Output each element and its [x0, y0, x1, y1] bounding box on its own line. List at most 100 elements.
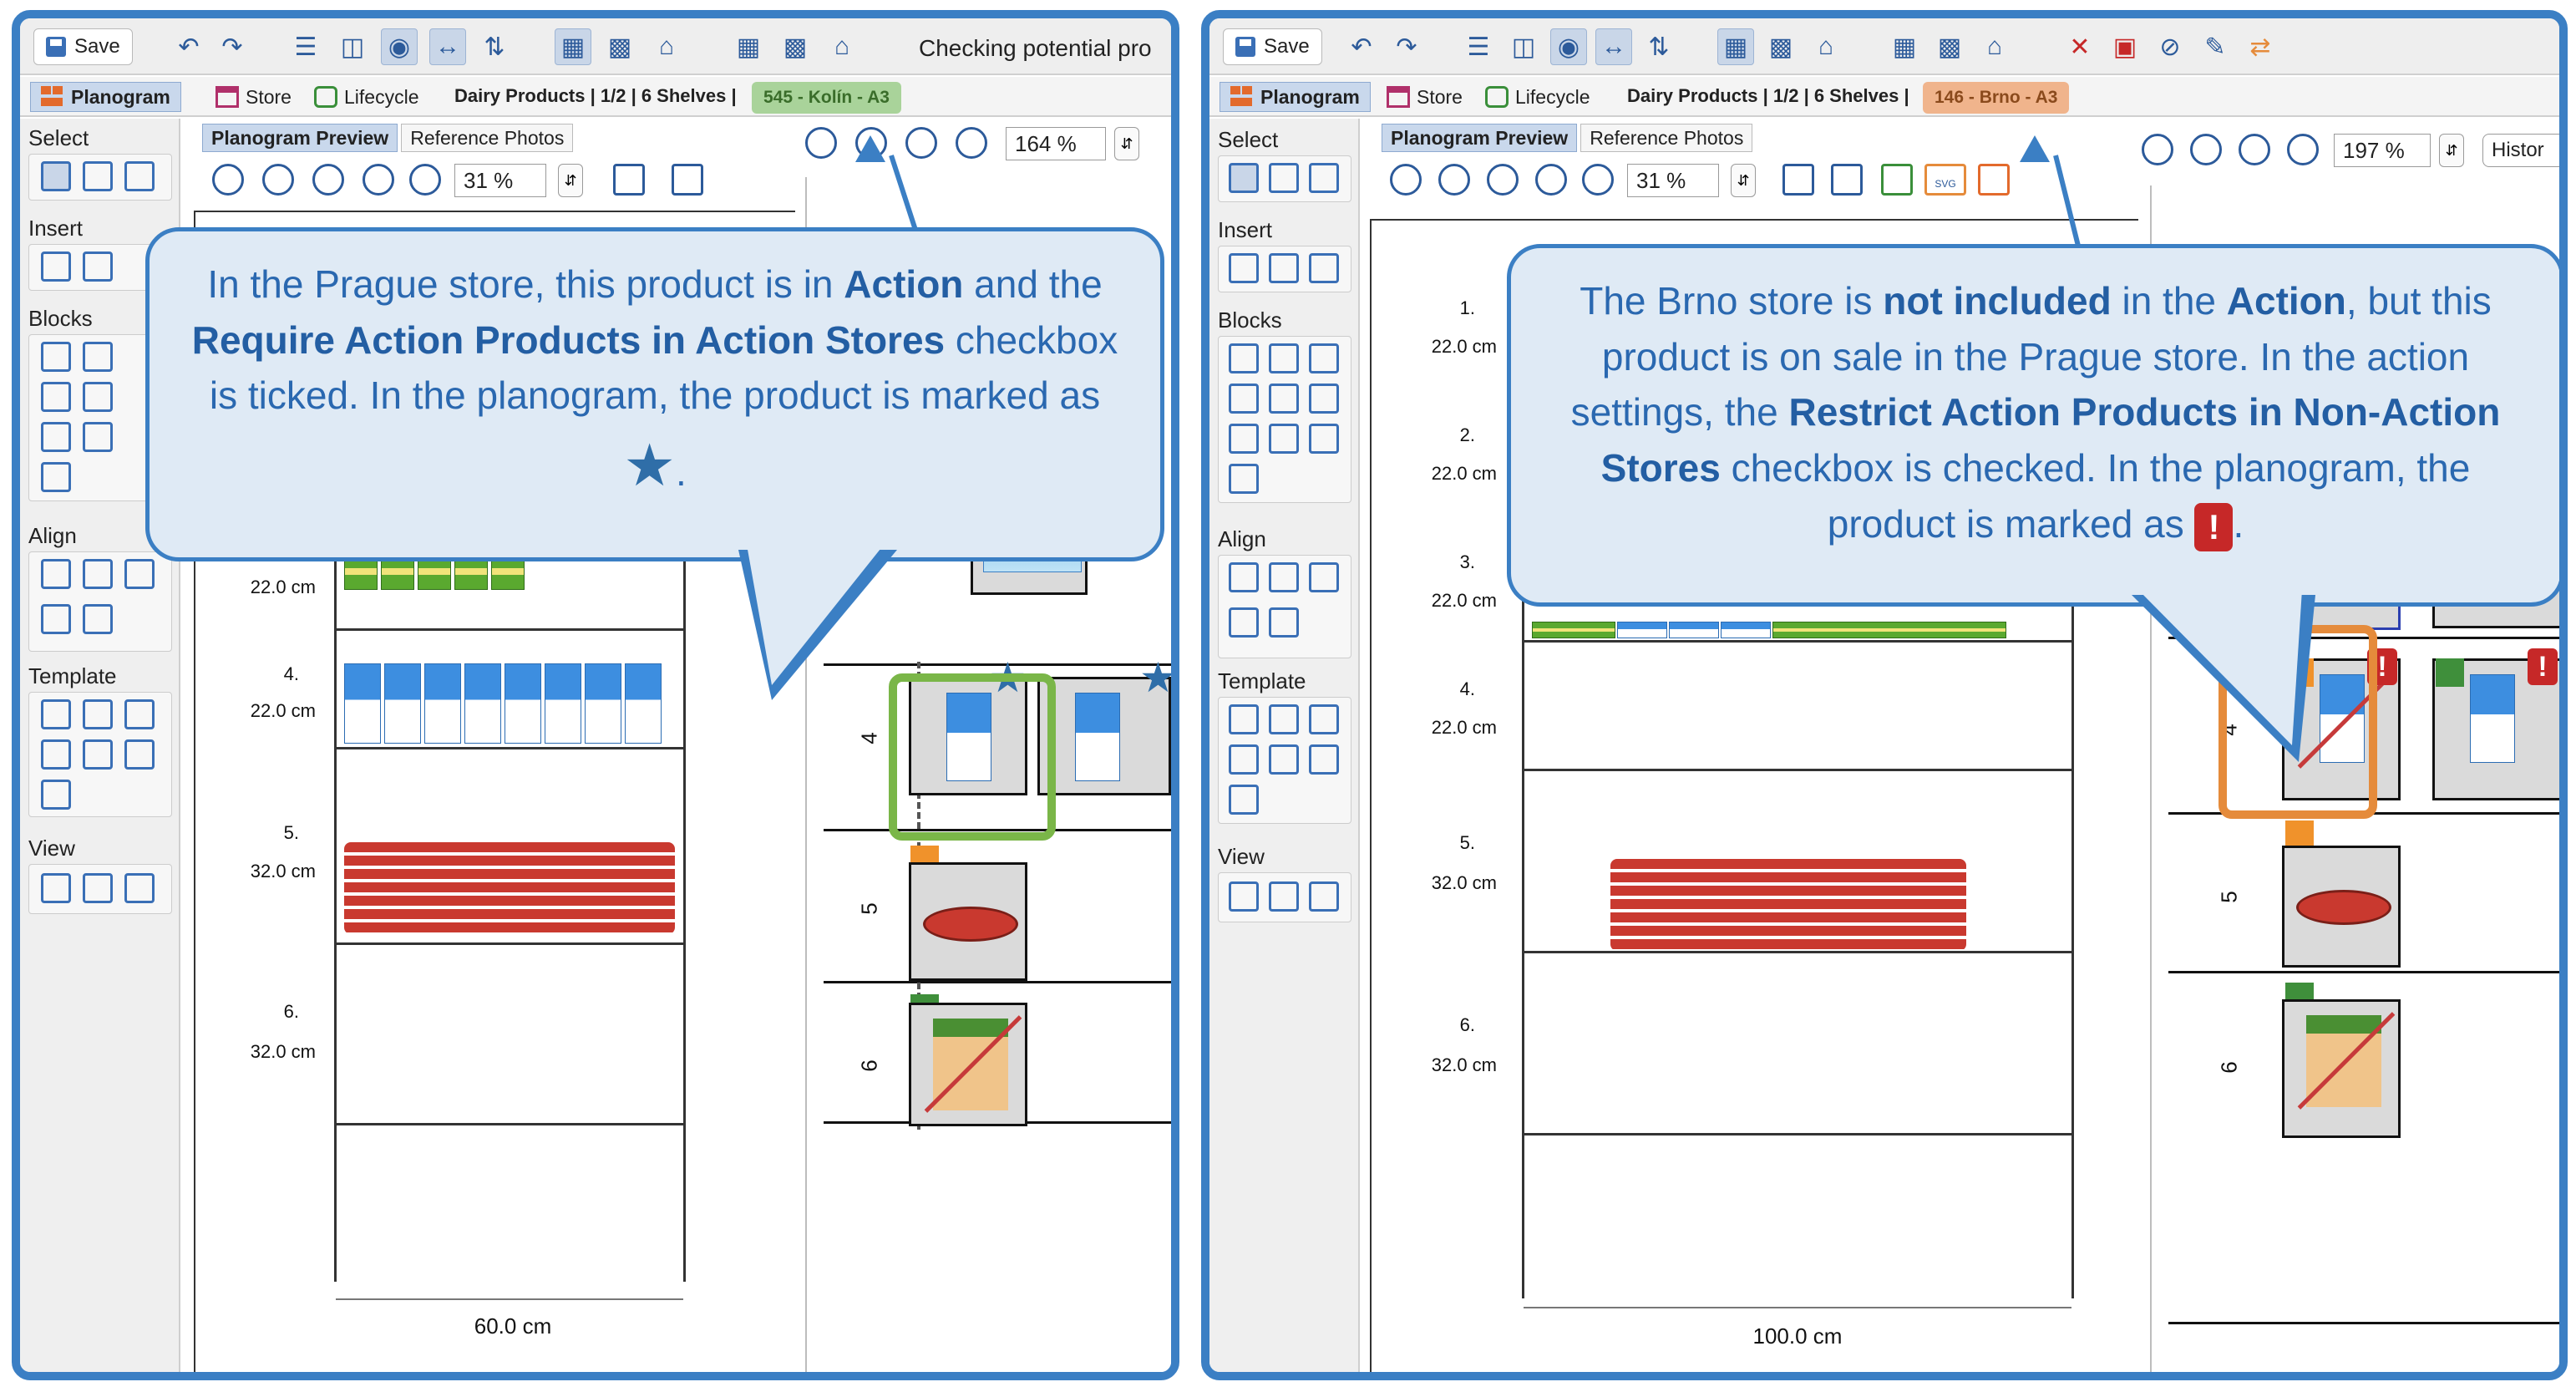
template-d-icon[interactable] [1229, 744, 1259, 775]
align-center-icon[interactable] [83, 559, 113, 589]
template-f-icon[interactable] [1309, 744, 1339, 775]
product-milk[interactable] [1721, 622, 1771, 638]
tab-lifecycle[interactable]: Lifecycle [304, 82, 428, 112]
product-milk[interactable] [424, 663, 461, 744]
select-grid-icon[interactable] [1269, 163, 1299, 193]
zoom-preview-spinner[interactable]: ⇵ [1114, 127, 1139, 160]
product-milk[interactable] [585, 663, 621, 744]
block-resize-icon[interactable] [83, 342, 113, 372]
view-color-icon[interactable] [83, 873, 113, 903]
product-cheese[interactable] [1532, 622, 1615, 638]
insert-divider-icon[interactable] [83, 251, 113, 282]
template-c-icon[interactable] [124, 699, 155, 729]
align-left-icon[interactable] [1229, 562, 1259, 592]
select-arrow-icon[interactable] [41, 161, 71, 191]
product-milk[interactable] [464, 663, 501, 744]
swap-icon[interactable]: ⇄ [2242, 28, 2279, 65]
zoom-in-icon[interactable] [262, 164, 294, 196]
store-icon[interactable]: ⌂ [1976, 28, 2013, 65]
template-d-icon[interactable] [41, 739, 71, 770]
template-e-icon[interactable] [1269, 744, 1299, 775]
dimension-icon[interactable]: ⇅ [476, 28, 513, 65]
store-icon[interactable]: ⌂ [824, 28, 860, 65]
align-right-icon[interactable] [124, 559, 155, 589]
zoom-preview-spinner[interactable]: ⇵ [2439, 134, 2464, 167]
template-e-icon[interactable] [83, 739, 113, 770]
tab-planogram-preview[interactable]: Planogram Preview [202, 124, 398, 152]
block-rotate-icon[interactable] [1269, 384, 1299, 414]
template-a-icon[interactable] [1229, 704, 1259, 734]
block-grid-icon[interactable] [41, 342, 71, 372]
export-icon[interactable] [212, 164, 244, 196]
align-left-icon[interactable] [41, 559, 71, 589]
redo-icon[interactable]: ↷ [1388, 28, 1425, 65]
measure-icon[interactable]: ↔ [1595, 28, 1632, 65]
template-c-icon[interactable] [1309, 704, 1339, 734]
block-paste-icon[interactable] [1309, 424, 1339, 454]
preview-zoom-actual-icon[interactable] [956, 127, 987, 159]
stop-icon[interactable]: ▣ [2107, 28, 2143, 65]
dimension-icon[interactable]: ⇅ [1640, 28, 1677, 65]
pointer-icon[interactable] [1782, 164, 1814, 196]
product-milk[interactable] [344, 663, 381, 744]
block-expand-icon[interactable] [1309, 384, 1339, 414]
undo-icon[interactable]: ↶ [170, 28, 207, 65]
preview-zoom-in-icon[interactable] [2142, 134, 2173, 165]
tab-planogram[interactable]: Planogram [30, 82, 181, 112]
block-copy-icon[interactable] [83, 422, 113, 452]
columns-view-icon[interactable]: ◫ [334, 28, 371, 65]
insert-divider-icon[interactable] [1269, 253, 1299, 283]
product-canned-fish-preview[interactable] [2282, 846, 2401, 968]
block-grid-icon[interactable] [1229, 343, 1259, 373]
product-milk[interactable] [1669, 622, 1719, 638]
list-view-icon[interactable]: ☰ [1460, 28, 1497, 65]
block-move-icon[interactable] [1229, 424, 1259, 454]
select-product-icon[interactable] [124, 161, 155, 191]
product-canned-fish[interactable] [1610, 859, 1966, 951]
tab-lifecycle[interactable]: Lifecycle [1475, 82, 1600, 112]
history-button[interactable]: Histor [2482, 134, 2559, 167]
select-arrow-icon[interactable] [1229, 163, 1259, 193]
tab-store[interactable]: Store [1377, 82, 1473, 112]
product-milk[interactable] [1617, 622, 1667, 638]
zoom-main-spinner[interactable]: ⇵ [1731, 164, 1756, 197]
zoom-preview-field[interactable]: 197 % [2334, 134, 2431, 167]
tab-planogram[interactable]: Planogram [1220, 82, 1371, 112]
align-justify-icon[interactable] [1229, 607, 1259, 638]
select-grid-icon[interactable] [83, 161, 113, 191]
preview-zoom-actual-icon[interactable] [2287, 134, 2319, 165]
block-select-icon[interactable] [41, 382, 71, 412]
zoom-actual-icon[interactable] [1582, 164, 1614, 196]
building-icon[interactable]: ▩ [1931, 28, 1968, 65]
select-product-icon[interactable] [1309, 163, 1339, 193]
zoom-fit-icon[interactable] [363, 164, 394, 196]
layout-icon[interactable]: ▦ [1717, 28, 1754, 65]
product-cheese[interactable] [1772, 622, 2006, 638]
tab-reference-photos[interactable]: Reference Photos [1580, 124, 1753, 152]
edit-icon[interactable]: ✎ [2197, 28, 2234, 65]
block-merge-icon[interactable] [1229, 464, 1259, 494]
product-canned-fish[interactable] [344, 842, 675, 934]
block-rotate-icon[interactable] [83, 382, 113, 412]
building-icon[interactable]: ▩ [777, 28, 814, 65]
view-text-icon[interactable] [41, 873, 71, 903]
planogram-export-icon[interactable] [1978, 164, 2010, 196]
block-3d-icon[interactable] [1309, 343, 1339, 373]
layout-icon[interactable]: ▦ [555, 28, 591, 65]
chart-icon[interactable] [1831, 164, 1863, 196]
align-right-icon[interactable] [1309, 562, 1339, 592]
chart-icon[interactable] [672, 164, 703, 196]
block-select-icon[interactable] [1229, 384, 1259, 414]
template-a-icon[interactable] [41, 699, 71, 729]
zoom-out-icon[interactable] [312, 164, 344, 196]
preview-zoom-out-icon[interactable] [2190, 134, 2222, 165]
camera-icon[interactable]: ◉ [381, 28, 418, 65]
distribute-icon[interactable] [83, 604, 113, 634]
shelf-icon[interactable]: ▩ [601, 28, 638, 65]
hide-icon[interactable]: ⊘ [2152, 28, 2188, 65]
block-resize-icon[interactable] [1269, 343, 1299, 373]
insert-text-icon[interactable] [1309, 253, 1339, 283]
tab-planogram-preview[interactable]: Planogram Preview [1382, 124, 1578, 152]
table-icon[interactable]: ▦ [730, 28, 767, 65]
align-center-icon[interactable] [1269, 562, 1299, 592]
